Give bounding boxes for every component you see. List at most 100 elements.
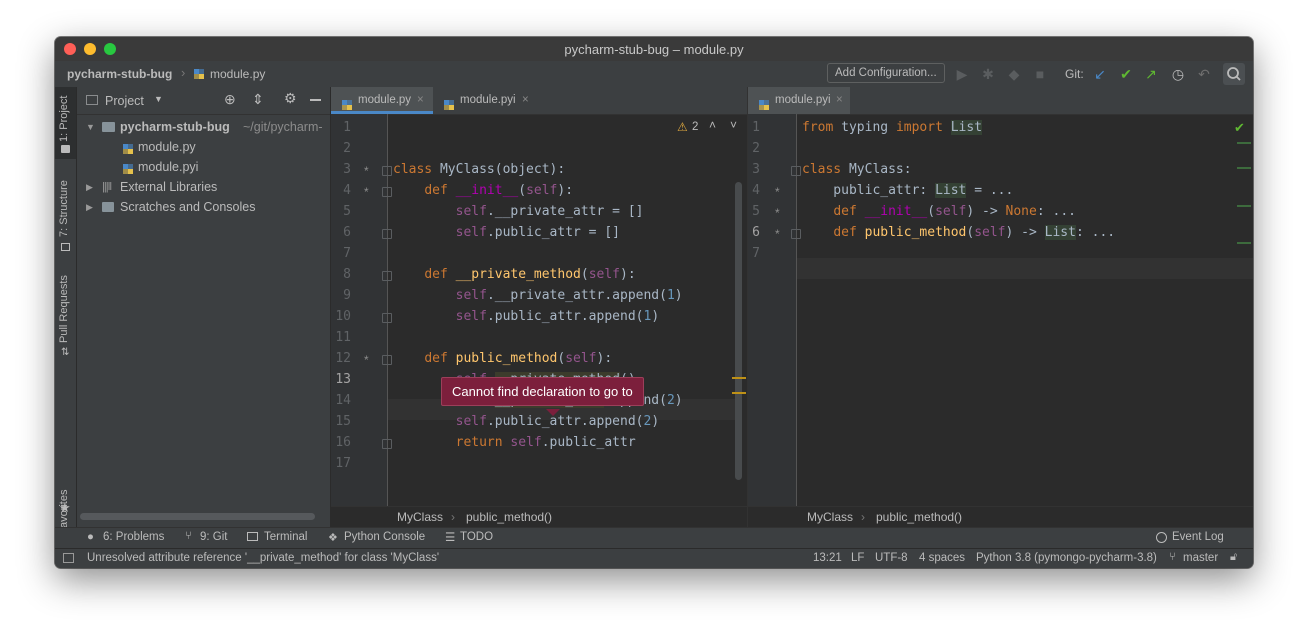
code-line[interactable]: class MyClass: bbox=[802, 159, 1115, 180]
code-line[interactable]: self.__private_attr = [] bbox=[393, 201, 683, 222]
stop-icon[interactable]: ■ bbox=[1032, 66, 1048, 82]
tool-event-log[interactable]: Event Log bbox=[1172, 531, 1224, 543]
tree-scratches[interactable]: ▶ Scratches and Consoles bbox=[77, 197, 330, 217]
tab-pull-requests[interactable]: Pull Requests bbox=[58, 275, 70, 343]
collapse-all-icon[interactable]: ⇕ bbox=[252, 91, 264, 108]
expand-arrow-icon[interactable]: ▶ bbox=[86, 197, 93, 217]
code-line[interactable]: self.public_attr = [] bbox=[393, 222, 683, 243]
error-tooltip: Cannot find declaration to go to bbox=[441, 377, 644, 406]
code-line[interactable]: def __init__(self): bbox=[393, 180, 683, 201]
expand-arrow-icon[interactable]: ▼ bbox=[86, 117, 95, 137]
code-line[interactable]: return self.public_attr bbox=[393, 432, 683, 453]
tool-git[interactable]: 9: Git bbox=[200, 531, 227, 543]
tool-python-console[interactable]: Python Console bbox=[344, 531, 425, 543]
tree-external-libraries[interactable]: ▶ |||‖ External Libraries bbox=[77, 177, 330, 197]
fold-marker-icon[interactable] bbox=[382, 313, 392, 323]
run-icon[interactable]: ▶ bbox=[954, 66, 970, 82]
project-view-title[interactable]: Project bbox=[105, 94, 144, 108]
fold-marker-icon[interactable] bbox=[382, 229, 392, 239]
breadcrumb-project[interactable]: pycharm-stub-bug bbox=[67, 67, 172, 81]
git-update-icon[interactable]: ↙ bbox=[1092, 66, 1108, 82]
breadcrumb-class[interactable]: MyClass bbox=[807, 507, 853, 528]
chevron-down-icon[interactable]: ▼ bbox=[154, 94, 163, 104]
code-line[interactable]: def __private_method(self): bbox=[393, 264, 683, 285]
code-line[interactable] bbox=[393, 138, 683, 159]
code-line[interactable] bbox=[802, 243, 1115, 264]
expand-arrow-icon[interactable]: ▶ bbox=[86, 177, 93, 197]
code-line[interactable]: self.public_attr.append(2) bbox=[393, 411, 683, 432]
code-line[interactable]: self.__private_attr.append(1) bbox=[393, 285, 683, 306]
tree-file-module-pyi[interactable]: module.pyi bbox=[77, 157, 330, 177]
line-number: 11 bbox=[335, 330, 351, 345]
breadcrumb-file[interactable]: module.py bbox=[210, 67, 265, 81]
debug-icon[interactable]: ✱ bbox=[980, 66, 996, 82]
code-line[interactable]: def __init__(self) -> None: ... bbox=[802, 201, 1115, 222]
git-branch[interactable]: master bbox=[1183, 552, 1218, 564]
editor-vertical-scrollbar[interactable] bbox=[735, 182, 742, 480]
fold-marker-icon[interactable] bbox=[382, 355, 392, 365]
git-commit-icon[interactable]: ✔ bbox=[1118, 66, 1134, 82]
navigation-bar: pycharm-stub-bug › module.py Add Configu… bbox=[55, 61, 1253, 88]
fold-marker-icon[interactable] bbox=[791, 229, 801, 239]
tool-todo[interactable]: TODO bbox=[460, 531, 493, 543]
fold-marker-icon[interactable] bbox=[791, 166, 801, 176]
code-line[interactable] bbox=[393, 117, 683, 138]
hide-icon[interactable] bbox=[310, 99, 321, 101]
breadcrumb-class[interactable]: MyClass bbox=[397, 507, 443, 528]
fold-marker-icon[interactable] bbox=[382, 439, 392, 449]
breadcrumb-method[interactable]: public_method() bbox=[876, 507, 962, 528]
tab-module-py[interactable]: module.py × bbox=[331, 87, 433, 114]
git-rollback-icon[interactable]: ↶ bbox=[1196, 66, 1212, 82]
lock-icon[interactable]: 🔓︎ bbox=[1230, 551, 1237, 564]
warning-marker[interactable] bbox=[732, 392, 746, 394]
code-area[interactable]: from typing import List class MyClass: p… bbox=[802, 117, 1115, 264]
code-line[interactable]: def public_method(self) -> List: ... bbox=[802, 222, 1115, 243]
code-line[interactable] bbox=[393, 243, 683, 264]
search-everywhere-button[interactable] bbox=[1223, 63, 1245, 85]
code-area[interactable]: class MyClass(object): def __init__(self… bbox=[393, 117, 683, 474]
code-line[interactable] bbox=[393, 327, 683, 348]
file-encoding[interactable]: UTF-8 bbox=[875, 552, 908, 564]
project-horizontal-scrollbar[interactable] bbox=[80, 513, 315, 520]
close-icon[interactable]: × bbox=[417, 87, 424, 114]
tree-root[interactable]: ▼ pycharm-stub-bug ~/git/pycharm- bbox=[77, 117, 330, 137]
fold-marker-icon[interactable] bbox=[382, 187, 392, 197]
gear-icon[interactable]: ⚙ bbox=[284, 90, 297, 107]
tool-terminal[interactable]: Terminal bbox=[264, 531, 307, 543]
tool-problems[interactable]: 6: Problems bbox=[103, 531, 164, 543]
warning-icon[interactable]: ⚠ bbox=[677, 120, 688, 134]
tab-structure[interactable]: 7: Structure bbox=[58, 180, 70, 237]
tree-file-module-py[interactable]: module.py bbox=[77, 137, 330, 157]
code-line[interactable]: self.public_attr.append(1) bbox=[393, 306, 683, 327]
fold-marker-icon[interactable] bbox=[382, 271, 392, 281]
next-highlight-icon[interactable]: ˅ bbox=[730, 118, 737, 132]
warning-marker[interactable] bbox=[732, 377, 746, 379]
breadcrumb-method[interactable]: public_method() bbox=[466, 507, 552, 528]
toggle-tool-windows-icon[interactable] bbox=[63, 553, 74, 563]
code-line[interactable]: public_attr: List = ... bbox=[802, 180, 1115, 201]
fold-marker-icon[interactable] bbox=[382, 166, 392, 176]
no-problems-check-icon[interactable]: ✔ bbox=[1234, 120, 1245, 136]
close-icon[interactable]: × bbox=[836, 87, 843, 114]
code-line[interactable]: class MyClass(object): bbox=[393, 159, 683, 180]
status-message: Unresolved attribute reference '__privat… bbox=[87, 552, 440, 564]
code-line[interactable] bbox=[393, 453, 683, 474]
python-interpreter[interactable]: Python 3.8 (pymongo-pycharm-3.8) bbox=[976, 552, 1157, 564]
line-separator[interactable]: LF bbox=[851, 552, 864, 564]
locate-file-icon[interactable]: ⊕ bbox=[224, 91, 236, 108]
event-log-icon bbox=[1156, 532, 1167, 543]
add-configuration-button[interactable]: Add Configuration... bbox=[827, 63, 945, 83]
tab-project[interactable]: 1: Project bbox=[58, 96, 70, 142]
tab-module-pyi[interactable]: module.pyi × bbox=[433, 87, 537, 114]
caret-position[interactable]: 13:21 bbox=[813, 552, 842, 564]
git-history-icon[interactable]: ◷ bbox=[1170, 66, 1186, 82]
git-push-icon[interactable]: ↗ bbox=[1143, 66, 1159, 82]
close-icon[interactable]: × bbox=[522, 87, 529, 114]
previous-highlight-icon[interactable]: ˄ bbox=[709, 118, 716, 132]
run-with-coverage-icon[interactable]: ◆ bbox=[1006, 66, 1022, 82]
tab-module-pyi[interactable]: module.pyi × bbox=[748, 87, 850, 114]
code-line[interactable]: def public_method(self): bbox=[393, 348, 683, 369]
code-line[interactable]: from typing import List bbox=[802, 117, 1115, 138]
indent-setting[interactable]: 4 spaces bbox=[919, 552, 965, 564]
code-line[interactable] bbox=[802, 138, 1115, 159]
